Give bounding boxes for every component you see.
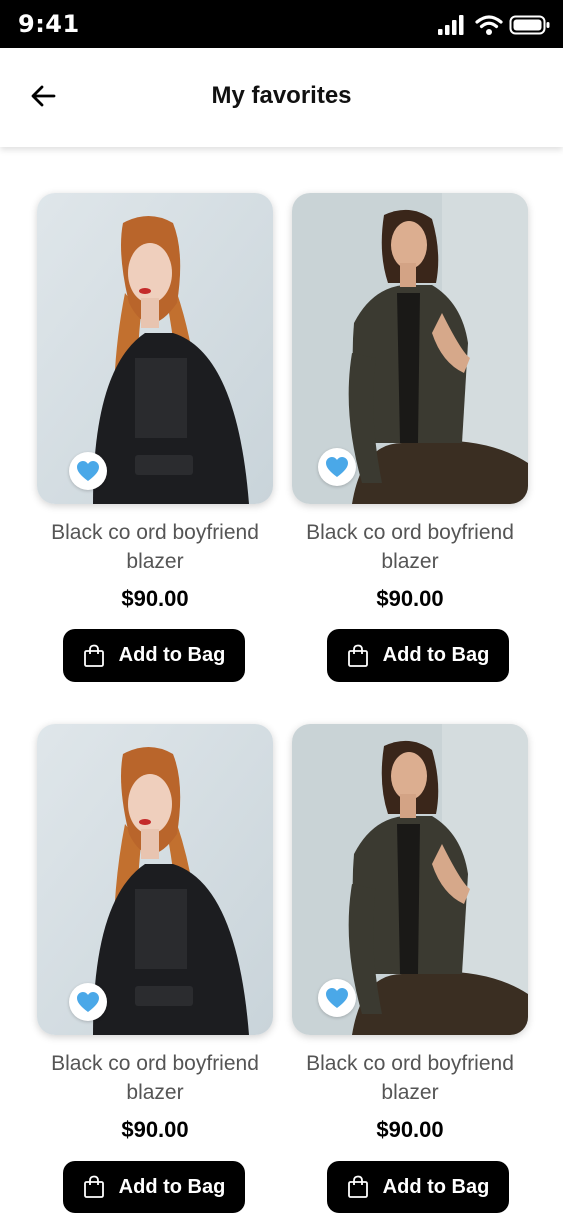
shopping-bag-icon: [347, 1175, 368, 1198]
app-header: My favorites: [0, 48, 563, 147]
signal-icon: [438, 15, 464, 35]
battery-icon: [509, 15, 550, 35]
add-to-bag-label: Add to Bag: [118, 644, 226, 666]
product-name: Black co ord boyfriend blazer: [51, 521, 259, 573]
heart-icon: [77, 992, 99, 1012]
product-card[interactable]: Black co ord boyfriend blazer $90.00 Add…: [37, 724, 273, 1214]
product-image[interactable]: [37, 193, 273, 504]
favorite-button[interactable]: [318, 979, 356, 1017]
product-image[interactable]: [37, 724, 273, 1035]
heart-icon: [326, 988, 348, 1008]
add-to-bag-button[interactable]: Add to Bag: [63, 629, 245, 682]
status-time: 9:41: [18, 10, 80, 38]
add-to-bag-button[interactable]: Add to Bag: [327, 629, 509, 682]
add-to-bag-label: Add to Bag: [382, 1175, 490, 1198]
favorite-button[interactable]: [318, 448, 356, 486]
favorite-button[interactable]: [69, 452, 107, 490]
product-price: $90.00: [121, 586, 189, 611]
shopping-bag-icon: [83, 1175, 104, 1198]
add-to-bag-button[interactable]: Add to Bag: [63, 1161, 245, 1213]
product-card[interactable]: Black co ord boyfriend blazer $90.00 Add…: [292, 724, 528, 1214]
wifi-icon: [475, 15, 503, 35]
product-name: Black co ord boyfriend blazer: [306, 1052, 514, 1104]
product-card[interactable]: Black co ord boyfriend blazer $90.00 Add…: [292, 193, 528, 683]
product-price: $90.00: [376, 586, 444, 611]
page-title: My favorites: [211, 82, 352, 109]
product-price: $90.00: [376, 1117, 444, 1142]
product-name: Black co ord boyfriend blazer: [306, 521, 514, 573]
add-to-bag-button[interactable]: Add to Bag: [327, 1161, 509, 1213]
shopping-bag-icon: [347, 644, 368, 667]
favorite-button[interactable]: [69, 983, 107, 1021]
product-name: Black co ord boyfriend blazer: [51, 1052, 259, 1104]
heart-icon: [77, 461, 99, 481]
add-to-bag-label: Add to Bag: [118, 1175, 226, 1198]
status-bar: 9:41: [0, 0, 563, 48]
shopping-bag-icon: [83, 644, 104, 667]
product-price: $90.00: [121, 1117, 189, 1142]
add-to-bag-label: Add to Bag: [382, 644, 490, 666]
product-card[interactable]: Black co ord boyfriend blazer $90.00 Add…: [37, 193, 273, 683]
heart-icon: [326, 457, 348, 477]
